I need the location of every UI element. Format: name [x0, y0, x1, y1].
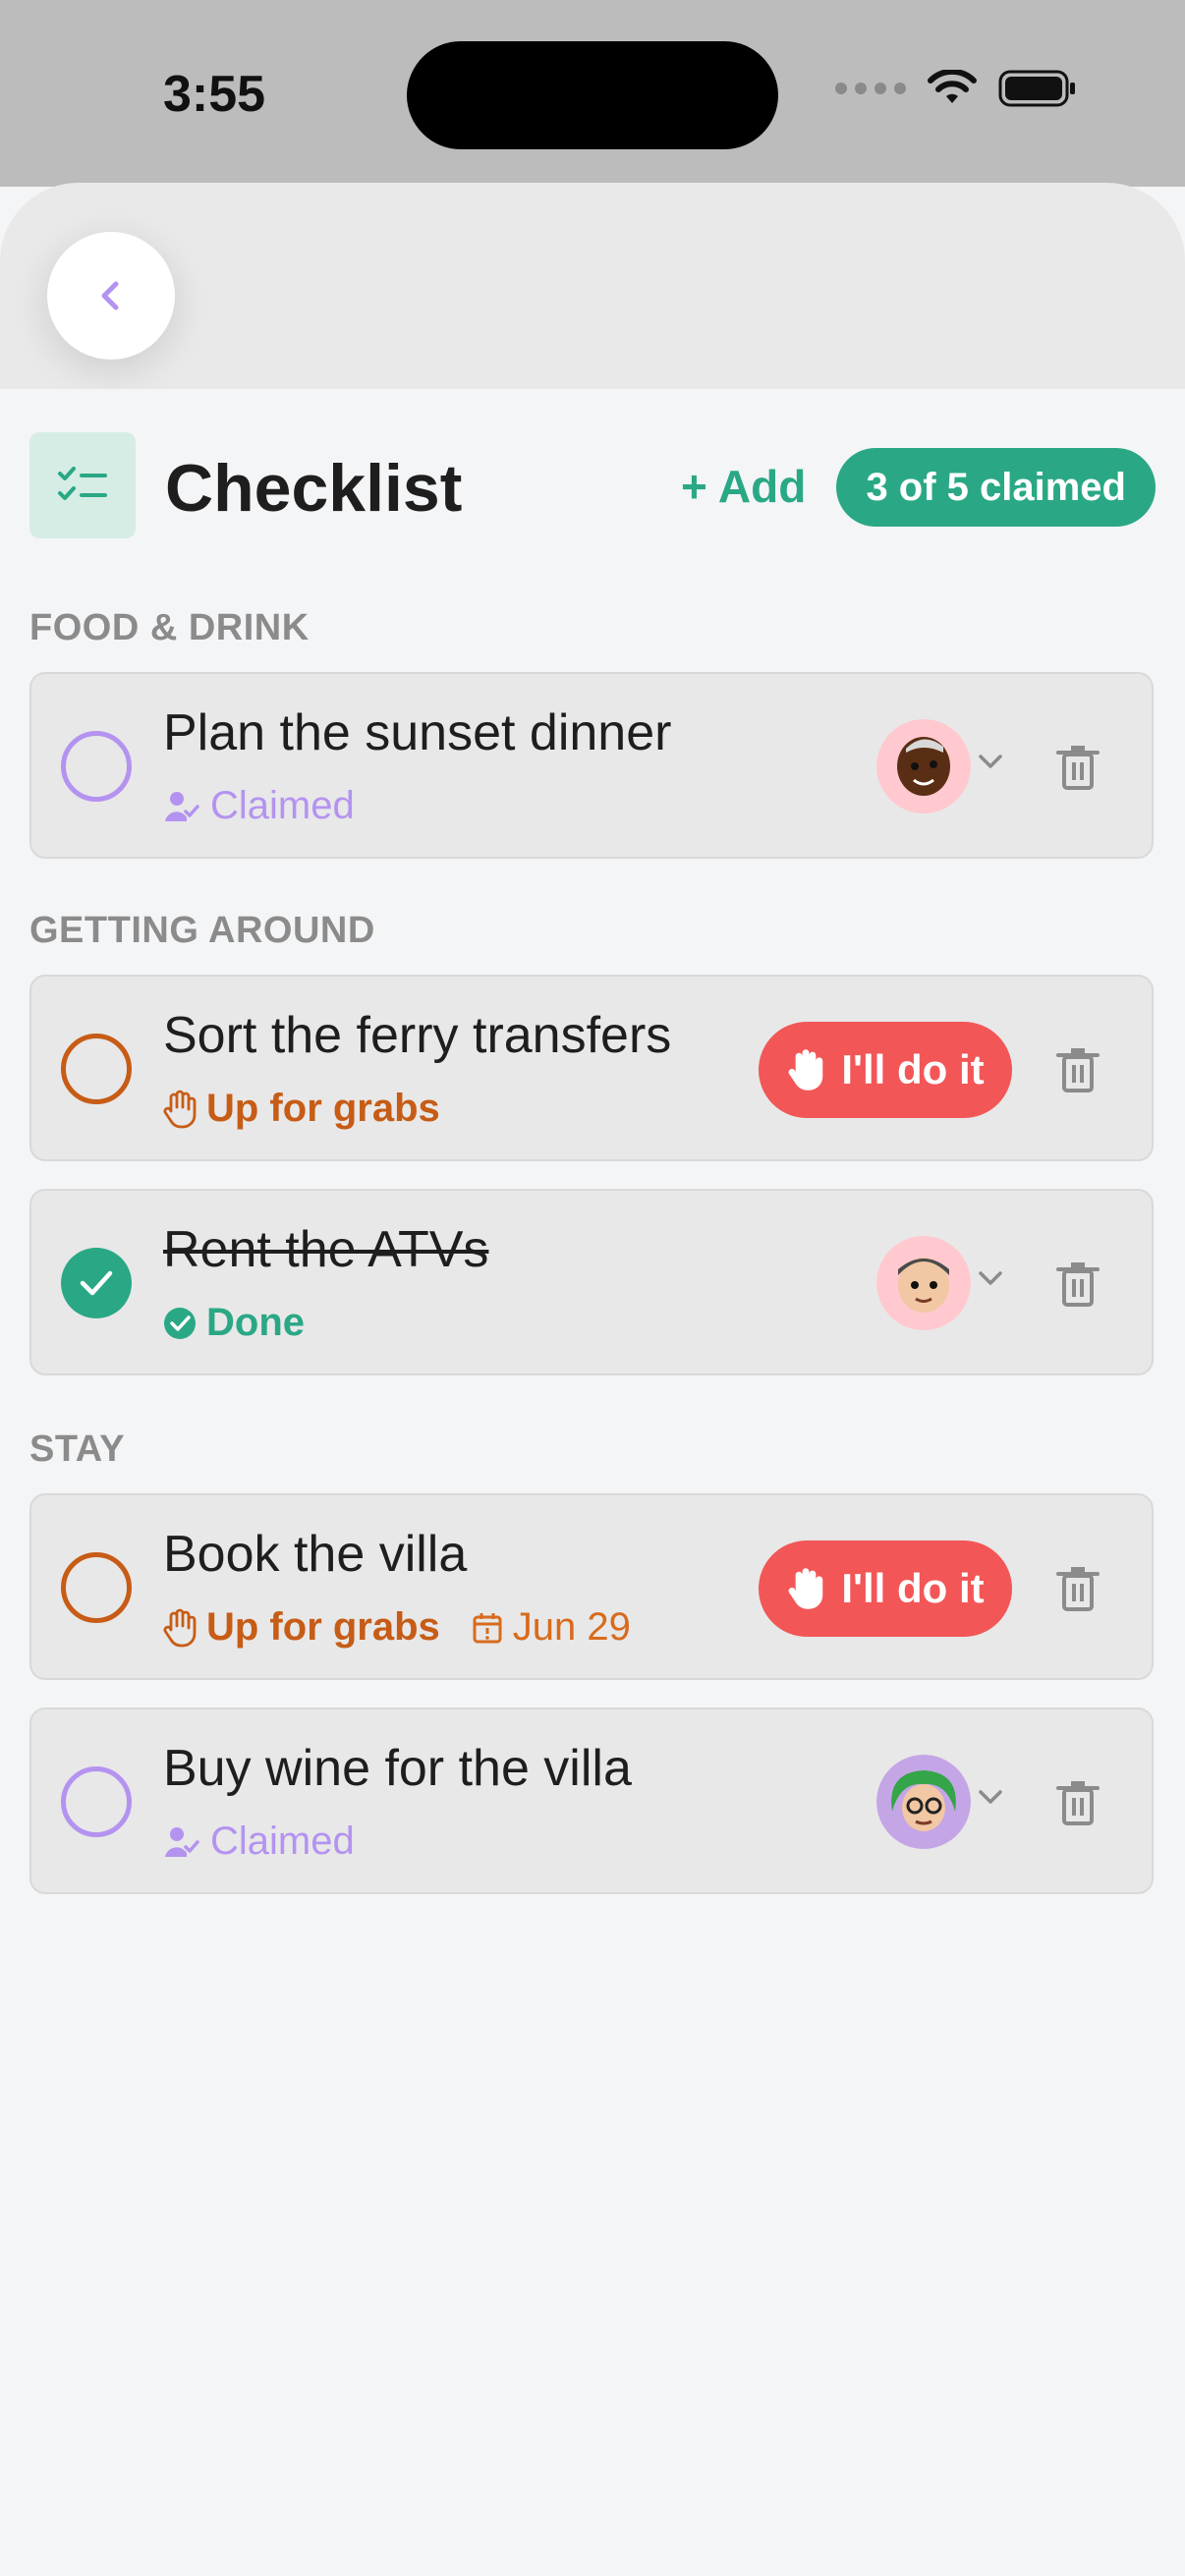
assignee-avatar[interactable] — [876, 719, 971, 813]
item-title: Buy wine for the villa — [163, 1740, 632, 1797]
check-circle-icon — [164, 1307, 196, 1339]
due-date-label: Jun 29 — [512, 1605, 631, 1649]
ill-do-it-button[interactable]: I'll do it — [759, 1022, 1012, 1118]
status-label: Claimed — [210, 1820, 355, 1863]
checklist-header: Checklist + Add 3 of 5 claimed — [29, 432, 1156, 538]
chevron-down-icon[interactable] — [977, 753, 1004, 772]
due-date: Jun 29 — [472, 1605, 631, 1650]
item-status: Up for grabs Jun 29 — [163, 1605, 631, 1650]
checklist-item[interactable]: Buy wine for the villa Claimed — [29, 1708, 1154, 1894]
signal-icon — [835, 83, 906, 94]
checklist-icon — [29, 432, 136, 538]
hand-icon — [788, 1049, 823, 1091]
person-check-icon — [165, 1826, 199, 1857]
status-icons — [835, 69, 1077, 108]
checklist-content: Checklist + Add 3 of 5 claimed FOOD & DR… — [0, 389, 1185, 2576]
checklist-item[interactable]: Rent the ATVs Done — [29, 1189, 1154, 1375]
assignee-avatar[interactable] — [876, 1755, 971, 1849]
add-item-button[interactable]: + Add — [681, 460, 806, 513]
status-bar: 3:55 — [0, 0, 1185, 187]
button-label: I'll do it — [841, 1565, 985, 1611]
trash-icon[interactable] — [1055, 743, 1100, 792]
assignee-avatar[interactable] — [876, 1236, 971, 1330]
calendar-icon — [473, 1612, 502, 1643]
battery-icon — [998, 70, 1075, 107]
trash-icon[interactable] — [1055, 1564, 1100, 1613]
item-title: Book the villa — [163, 1526, 468, 1583]
section-label-stay: STAY — [29, 1428, 126, 1470]
hand-icon — [163, 1090, 197, 1128]
checkbox[interactable] — [61, 1552, 132, 1623]
item-title: Plan the sunset dinner — [163, 704, 672, 761]
status-label: Claimed — [210, 784, 355, 827]
checkbox[interactable] — [61, 1766, 132, 1837]
ill-do-it-button[interactable]: I'll do it — [759, 1540, 1012, 1637]
item-status: Claimed — [163, 1820, 355, 1864]
page-title: Checklist — [165, 451, 463, 526]
button-label: I'll do it — [841, 1046, 985, 1092]
trash-icon[interactable] — [1055, 1778, 1100, 1827]
back-button[interactable] — [47, 232, 175, 360]
item-title: Rent the ATVs — [163, 1221, 489, 1278]
checklist-item[interactable]: Plan the sunset dinner Claimed — [29, 672, 1154, 859]
chevron-down-icon[interactable] — [977, 1788, 1004, 1808]
checklist-item[interactable]: Sort the ferry transfers Up for grabs I'… — [29, 975, 1154, 1161]
sheet-header — [0, 183, 1185, 389]
item-status: Claimed — [163, 784, 355, 828]
claimed-count-badge: 3 of 5 claimed — [836, 448, 1156, 527]
checkbox-checked[interactable] — [61, 1248, 132, 1318]
hand-icon — [788, 1568, 823, 1609]
status-label: Up for grabs — [206, 1087, 440, 1130]
status-label: Up for grabs — [206, 1605, 440, 1649]
chevron-left-icon — [101, 281, 119, 310]
status-time: 3:55 — [163, 66, 266, 123]
trash-icon[interactable] — [1055, 1260, 1100, 1309]
person-check-icon — [165, 791, 199, 821]
hand-icon — [163, 1608, 197, 1647]
section-label-getting-around: GETTING AROUND — [29, 910, 375, 951]
checkbox[interactable] — [61, 1034, 132, 1104]
item-status: Up for grabs — [163, 1087, 440, 1131]
wifi-icon — [928, 70, 977, 103]
check-icon — [80, 1270, 113, 1296]
dynamic-island — [407, 41, 778, 149]
checklist-item[interactable]: Book the villa Up for grabs Jun 29 I'll … — [29, 1493, 1154, 1680]
checkbox[interactable] — [61, 731, 132, 802]
status-label: Done — [206, 1301, 305, 1344]
item-status: Done — [163, 1301, 305, 1345]
chevron-down-icon[interactable] — [977, 1269, 1004, 1289]
trash-icon[interactable] — [1055, 1045, 1100, 1094]
section-label-food-drink: FOOD & DRINK — [29, 607, 310, 648]
item-title: Sort the ferry transfers — [163, 1007, 672, 1064]
